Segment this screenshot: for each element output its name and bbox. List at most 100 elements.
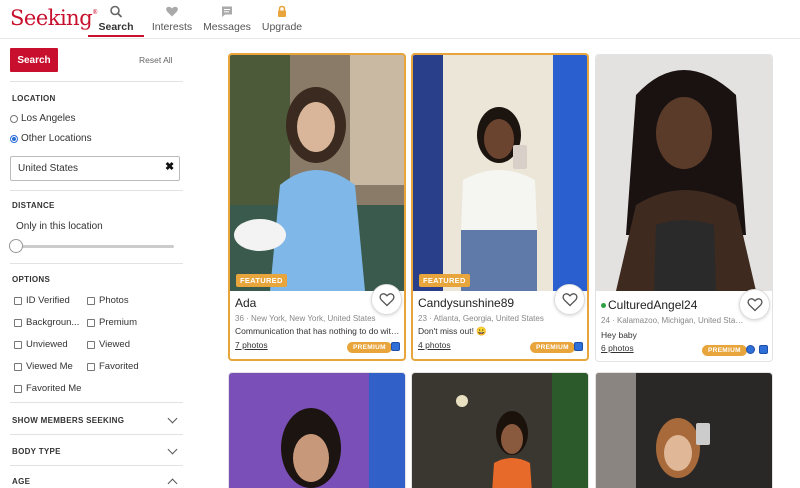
- search-button[interactable]: Search: [10, 48, 58, 72]
- option-label: Premium: [99, 317, 138, 328]
- option-favorited[interactable]: Favorited: [87, 361, 139, 372]
- option-premium[interactable]: Premium: [87, 317, 137, 328]
- option-unviewed[interactable]: Unviewed: [14, 339, 68, 350]
- premium-badge: PREMIUM: [347, 342, 392, 353]
- option-label: Favorited Me: [26, 383, 82, 394]
- section-show-members-seeking[interactable]: SHOW MEMBERS SEEKING: [12, 413, 178, 425]
- section-body-type[interactable]: BODY TYPE: [12, 444, 178, 456]
- profile-card[interactable]: [411, 372, 589, 488]
- section-label: SHOW MEMBERS SEEKING: [12, 416, 125, 425]
- option-background[interactable]: Backgroun...: [14, 317, 79, 328]
- clear-location-icon[interactable]: ✖: [165, 160, 174, 173]
- options-title: OPTIONS: [12, 275, 51, 284]
- profile-meta: 24 · Kalamazoo, Michigan, United Sta…: [601, 316, 744, 325]
- checkbox[interactable]: [14, 384, 22, 393]
- message-icon: [222, 6, 232, 17]
- profile-photo[interactable]: [412, 373, 589, 488]
- profile-username[interactable]: Candysunshine89: [418, 296, 514, 310]
- distance-slider-handle[interactable]: [9, 239, 23, 253]
- option-label: Unviewed: [26, 339, 68, 350]
- option-label: Viewed: [99, 339, 130, 350]
- premium-badge: PREMIUM: [702, 345, 747, 356]
- divider: [10, 263, 183, 264]
- option-label: Photos: [99, 295, 129, 306]
- profile-description: Don't miss out! 😀: [418, 326, 487, 336]
- photos-count-link[interactable]: 7 photos: [235, 340, 268, 350]
- profile-username[interactable]: Ada: [235, 296, 256, 310]
- profile-photo[interactable]: [230, 55, 404, 291]
- featured-badge: FEATURED: [236, 274, 287, 287]
- profile-description: Communication that has nothing to do wit…: [235, 326, 403, 336]
- option-id-verified[interactable]: ID Verified: [14, 295, 70, 306]
- divider: [10, 402, 183, 403]
- nav-search[interactable]: Search: [88, 4, 144, 38]
- distance-title: DISTANCE: [12, 201, 55, 210]
- nav-interests-label: Interests: [151, 21, 193, 33]
- distance-slider-track[interactable]: [12, 245, 174, 248]
- radio-other-locations[interactable]: [10, 134, 18, 143]
- divider: [10, 465, 183, 466]
- chevron-down-icon: [167, 413, 178, 424]
- profile-photo-image: [596, 55, 772, 291]
- profile-description: Hey baby: [601, 330, 637, 340]
- profile-username-text: CulturedAngel24: [608, 298, 698, 312]
- reset-all-link[interactable]: Reset All: [139, 55, 173, 65]
- active-tab-indicator: [88, 35, 144, 37]
- checkbox[interactable]: [87, 362, 95, 371]
- verified-icon: [746, 345, 755, 354]
- checkbox[interactable]: [14, 296, 22, 305]
- heart-outline-icon: [561, 293, 578, 307]
- nav-messages-label: Messages: [203, 21, 251, 33]
- verified-message-icon: [759, 345, 768, 354]
- filter-sidebar: Search Reset All LOCATION Los Angeles Ot…: [0, 39, 196, 488]
- checkbox[interactable]: [14, 362, 22, 371]
- photos-count-link[interactable]: 6 photos: [601, 343, 634, 353]
- divider: [10, 81, 183, 82]
- online-status-indicator: [601, 303, 606, 309]
- favorite-button[interactable]: [371, 284, 402, 315]
- nav-search-label: Search: [98, 21, 134, 33]
- location-input[interactable]: United States: [10, 156, 180, 181]
- profile-card[interactable]: [595, 372, 773, 488]
- profile-card[interactable]: FEATURED Candysunshine89 23 · Atlanta, G…: [411, 53, 589, 361]
- location-title: LOCATION: [12, 94, 56, 103]
- location-option-los-angeles[interactable]: Los Angeles: [10, 113, 76, 124]
- premium-badge: PREMIUM: [530, 342, 575, 353]
- profile-photo[interactable]: [596, 373, 773, 488]
- checkbox[interactable]: [87, 296, 95, 305]
- checkbox[interactable]: [14, 318, 22, 327]
- option-viewed[interactable]: Viewed: [87, 339, 130, 350]
- profile-photo[interactable]: [596, 55, 772, 291]
- seeking-logo[interactable]: Seeking®: [10, 6, 98, 30]
- radio-label: Los Angeles: [21, 113, 76, 124]
- section-age[interactable]: AGE: [12, 477, 178, 488]
- location-option-other[interactable]: Other Locations: [10, 133, 92, 144]
- profile-card[interactable]: [228, 372, 406, 488]
- section-label: AGE: [12, 477, 31, 486]
- nav-upgrade[interactable]: Upgrade: [260, 4, 304, 38]
- option-viewed-me[interactable]: Viewed Me: [14, 361, 73, 372]
- radio-los-angeles[interactable]: [10, 114, 18, 123]
- favorite-button[interactable]: [554, 284, 585, 315]
- profile-photo-image: [230, 55, 404, 291]
- heart-outline-icon: [746, 298, 763, 312]
- profile-card[interactable]: CulturedAngel24 24 · Kalamazoo, Michigan…: [595, 54, 773, 362]
- radio-label: Other Locations: [21, 133, 92, 144]
- profile-photo[interactable]: [229, 373, 406, 488]
- option-label: Backgroun...: [26, 317, 80, 328]
- checkbox[interactable]: [87, 318, 95, 327]
- profile-photo-image: [413, 55, 587, 291]
- checkbox[interactable]: [14, 340, 22, 349]
- profile-card[interactable]: FEATURED Ada 36 · New York, New York, Un…: [228, 53, 406, 361]
- option-photos[interactable]: Photos: [87, 295, 129, 306]
- lock-icon: [278, 5, 286, 17]
- profile-photo[interactable]: [413, 55, 587, 291]
- distance-label: Only in this location: [16, 221, 103, 232]
- option-favorited-me[interactable]: Favorited Me: [14, 383, 81, 394]
- nav-upgrade-label: Upgrade: [261, 21, 303, 33]
- nav-interests[interactable]: Interests: [148, 4, 196, 38]
- profile-username[interactable]: CulturedAngel24: [601, 298, 697, 312]
- nav-messages[interactable]: Messages: [202, 4, 252, 38]
- photos-count-link[interactable]: 4 photos: [418, 340, 451, 350]
- checkbox[interactable]: [87, 340, 95, 349]
